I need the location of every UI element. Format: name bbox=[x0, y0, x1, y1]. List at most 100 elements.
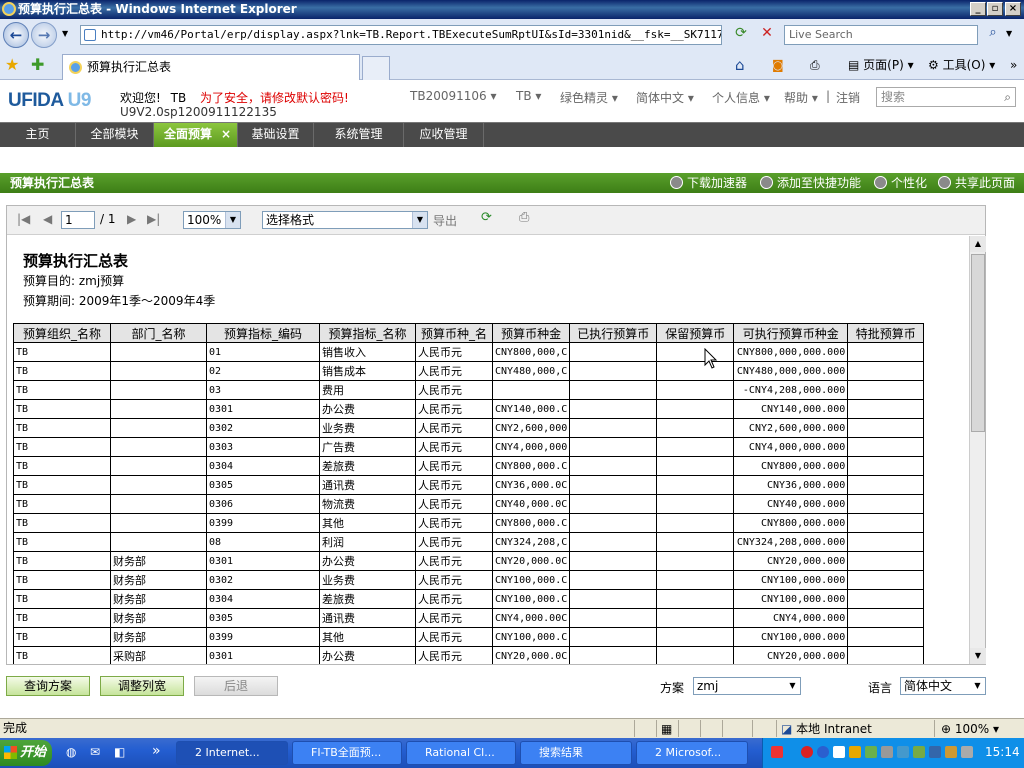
column-header[interactable]: 预算币种金 bbox=[491, 323, 571, 343]
task-rational[interactable]: Rational Cl... bbox=[406, 741, 516, 765]
table-row[interactable]: TB 01 销售收入 人民币元 CNY800,000,C CNY800,000,000.0… bbox=[13, 342, 925, 362]
table-row[interactable]: TB 02 销售成本 人民币元 CNY480,000,C CNY480,000,000.0… bbox=[13, 361, 925, 381]
search-icon[interactable]: ⌕ bbox=[982, 25, 1004, 45]
tray-battery-icon[interactable] bbox=[913, 746, 925, 758]
task-microsoft[interactable]: 2 Microsof... bbox=[636, 741, 748, 765]
nav-logout[interactable]: 注销 bbox=[836, 89, 860, 106]
close-window-button[interactable]: × bbox=[1005, 2, 1021, 16]
quicklaunch-outlook-icon[interactable]: ✉ bbox=[90, 745, 100, 759]
table-row[interactable]: TB 0303 广告费 人民币元 CNY4,000,000 CNY4,000,000.00… bbox=[13, 437, 925, 457]
task-search-results[interactable]: 搜索结果 bbox=[520, 741, 632, 765]
feeds-icon[interactable]: ◙ bbox=[772, 55, 784, 75]
print-icon[interactable]: ⎙ bbox=[810, 55, 820, 75]
export-button[interactable]: 导出 bbox=[433, 212, 457, 229]
new-tab-button[interactable] bbox=[362, 56, 390, 80]
back-button[interactable]: 后退 bbox=[194, 676, 278, 696]
nav-org[interactable]: TB20091106 ▾ bbox=[410, 89, 496, 103]
table-row[interactable]: TB 0305 通讯费 人民币元 CNY36,000.0C CNY36,000.000 bbox=[13, 475, 925, 495]
tray-misc-icon[interactable] bbox=[961, 746, 973, 758]
tray-security-icon[interactable] bbox=[849, 746, 861, 758]
last-page-icon[interactable]: ▶| bbox=[147, 212, 160, 226]
table-row[interactable]: TB 0301 办公费 人民币元 CNY140,000.C CNY140,000.000 bbox=[13, 399, 925, 419]
table-row[interactable]: TB 0302 业务费 人民币元 CNY2,600,000 CNY2,600,000.00… bbox=[13, 418, 925, 438]
table-row[interactable]: TB 03 费用 人民币元 -CNY4,208,000.000 bbox=[13, 380, 925, 400]
table-row[interactable]: TB 财务部 0399 其他 人民币元 CNY100,000.C CNY100,000.00… bbox=[13, 627, 925, 647]
first-page-icon[interactable]: |◀ bbox=[17, 212, 30, 226]
scroll-down-icon[interactable]: ▼ bbox=[970, 648, 986, 664]
security-zone[interactable]: ◪ 本地 Intranet bbox=[776, 720, 928, 737]
scroll-thumb[interactable] bbox=[971, 254, 985, 432]
column-header[interactable]: 已执行预算币 bbox=[569, 323, 658, 343]
adjust-columns-button[interactable]: 调整列宽 bbox=[100, 676, 184, 696]
tray-lan-icon[interactable] bbox=[897, 746, 909, 758]
tab-close-icon[interactable]: × bbox=[221, 123, 231, 146]
tab-budget[interactable]: 全面预算 × bbox=[154, 123, 238, 147]
address-bar[interactable]: http://vm46/Portal/erp/display.aspx?lnk=… bbox=[80, 25, 722, 45]
format-select[interactable]: 选择格式 ▼ bbox=[262, 211, 428, 229]
password-warning[interactable]: 为了安全，请修改默认密码! bbox=[200, 91, 349, 105]
scheme-select[interactable]: zmj ▼ bbox=[693, 677, 801, 695]
column-header[interactable]: 可执行预算币种金 bbox=[733, 323, 849, 343]
column-header[interactable]: 特批预算币 bbox=[847, 323, 925, 343]
minimize-button[interactable]: _ bbox=[970, 2, 986, 16]
query-scheme-button[interactable]: 查询方案 bbox=[6, 676, 90, 696]
quicklaunch-app-icon[interactable]: ◧ bbox=[114, 745, 125, 759]
nav-language[interactable]: 简体中文 ▾ bbox=[636, 89, 694, 106]
tab-system-admin[interactable]: 系统管理 bbox=[314, 123, 404, 147]
page-menu[interactable]: ▤ 页面(P) ▾ bbox=[848, 55, 914, 75]
tray-antivirus-icon[interactable] bbox=[801, 746, 813, 758]
tray-sync-icon[interactable] bbox=[881, 746, 893, 758]
tray-display-icon[interactable] bbox=[929, 746, 941, 758]
favorites-star-icon[interactable]: ★ bbox=[5, 55, 19, 74]
tray-network-icon[interactable] bbox=[817, 746, 829, 758]
tab-home[interactable]: 主页 bbox=[0, 123, 76, 147]
page-number-input[interactable]: 1 bbox=[61, 211, 95, 229]
nav-help[interactable]: 帮助 ▾ bbox=[784, 89, 818, 106]
share-page-action[interactable]: 共享此页面 bbox=[938, 173, 1015, 193]
app-search-input[interactable]: 搜索 ⌕ bbox=[876, 87, 1016, 107]
next-page-icon[interactable]: ▶ bbox=[127, 212, 136, 226]
tray-ime-icon[interactable] bbox=[833, 746, 845, 758]
home-icon[interactable]: ⌂ bbox=[735, 55, 745, 75]
nav-personal-info[interactable]: 个人信息 ▾ bbox=[712, 89, 770, 106]
column-header[interactable]: 预算指标_编码 bbox=[206, 323, 320, 343]
scroll-up-icon[interactable]: ▲ bbox=[970, 236, 986, 252]
zoom-control[interactable]: ⊕ 100% ▾ bbox=[934, 720, 1024, 737]
tools-menu[interactable]: ⚙ 工具(O) ▾ bbox=[928, 55, 995, 75]
table-row[interactable]: TB 财务部 0301 办公费 人民币元 CNY20,000.0C CNY20,000.00… bbox=[13, 551, 925, 571]
refresh-report-icon[interactable]: ⟳ bbox=[481, 210, 492, 225]
refresh-icon[interactable]: ⟳ bbox=[730, 25, 752, 45]
tray-update-icon[interactable] bbox=[865, 746, 877, 758]
table-row[interactable]: TB 0304 差旅费 人民币元 CNY800,000.C CNY800,000.000 bbox=[13, 456, 925, 476]
prev-page-icon[interactable]: ◀ bbox=[43, 212, 52, 226]
column-header[interactable]: 部门_名称 bbox=[110, 323, 207, 343]
tray-volume-icon[interactable] bbox=[945, 746, 957, 758]
column-header[interactable]: 保留预算币 bbox=[656, 323, 735, 343]
search-options-dropdown-icon[interactable]: ▼ bbox=[1006, 29, 1012, 38]
column-header[interactable]: 预算币种_名 bbox=[415, 323, 493, 343]
tab-receivables[interactable]: 应收管理 bbox=[404, 123, 484, 147]
add-shortcut-action[interactable]: 添加至快捷功能 bbox=[760, 173, 861, 193]
back-arrow-icon[interactable]: ← bbox=[3, 22, 29, 48]
maximize-button[interactable]: ▫ bbox=[987, 2, 1003, 16]
live-search-input[interactable]: Live Search bbox=[784, 25, 978, 45]
table-row[interactable]: TB 财务部 0304 差旅费 人民币元 CNY100,000.C CNY100,000.0… bbox=[13, 589, 925, 609]
tray-app-icon[interactable] bbox=[771, 746, 783, 758]
tab-basic-settings[interactable]: 基础设置 bbox=[238, 123, 314, 147]
personalize-action[interactable]: 个性化 bbox=[874, 173, 927, 193]
app-search-icon[interactable]: ⌕ bbox=[1004, 88, 1011, 106]
table-row[interactable]: TB 0399 其他 人民币元 CNY800,000.C CNY800,000.000 bbox=[13, 513, 925, 533]
table-row[interactable]: TB 财务部 0302 业务费 人民币元 CNY100,000.C CNY100,000.0… bbox=[13, 570, 925, 590]
column-header[interactable]: 预算组织_名称 bbox=[13, 323, 111, 343]
toolbar-overflow-icon[interactable]: » bbox=[1010, 55, 1017, 75]
language-select[interactable]: 简体中文 ▼ bbox=[900, 677, 986, 695]
quicklaunch-ie-icon[interactable]: ◍ bbox=[66, 745, 76, 759]
table-row[interactable]: TB 财务部 0305 通讯费 人民币元 CNY4,000.00C CNY4,000.000 bbox=[13, 608, 925, 628]
browser-tab[interactable]: 预算执行汇总表 bbox=[62, 54, 360, 80]
download-accelerator-action[interactable]: 下载加速器 bbox=[670, 173, 747, 193]
add-favorites-icon[interactable]: ✚ bbox=[31, 55, 44, 74]
tab-all-modules[interactable]: 全部模块 bbox=[76, 123, 154, 147]
report-scrollbar[interactable]: ▲ ▼ bbox=[969, 236, 986, 664]
print-report-icon[interactable]: ⎙ bbox=[519, 210, 529, 225]
nav-green-wizard[interactable]: 绿色精灵 ▾ bbox=[560, 89, 618, 106]
